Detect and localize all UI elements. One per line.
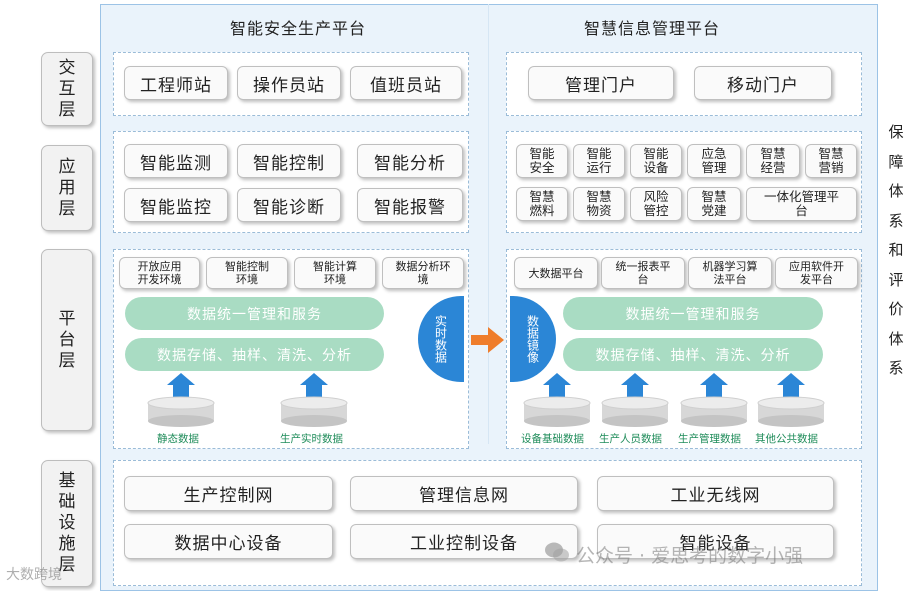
env-big-data-platform[interactable]: 大数据平台 (514, 257, 598, 289)
app-smart-party-building[interactable]: 智慧 党建 (687, 187, 741, 221)
database-icon (280, 373, 348, 427)
production-control-network[interactable]: 生产控制网 (124, 476, 333, 511)
operator-station-button[interactable]: 操作员站 (237, 66, 341, 100)
wechat-icon (545, 542, 569, 562)
layer-label-interaction: 交互层 (41, 52, 93, 126)
db-label-realtime-production: 生产实时数据 (280, 433, 343, 445)
app-smart-safety[interactable]: 智能 安全 (516, 144, 568, 178)
db-label-equipment-basic: 设备基础数据 (521, 433, 584, 445)
env-unified-report-platform[interactable]: 统一报表平 台 (601, 257, 685, 289)
smart-surveillance-button[interactable]: 智能监控 (124, 188, 228, 222)
database-icon (147, 373, 215, 427)
app-smart-business[interactable]: 智慧 经营 (746, 144, 800, 178)
app-risk-control[interactable]: 风险 管控 (630, 187, 682, 221)
platform-separator (488, 4, 489, 444)
data-process-bar-left: 数据存储、抽样、清洗、分析 (125, 338, 384, 371)
smart-diagnosis-button[interactable]: 智能诊断 (237, 188, 341, 222)
data-center-equipment[interactable]: 数据中心设备 (124, 524, 333, 559)
db-label-static: 静态数据 (157, 433, 199, 445)
right-arrow-icon (471, 327, 504, 353)
database-icon (680, 373, 748, 427)
engineer-station-button[interactable]: 工程师站 (124, 66, 228, 100)
smart-control-button[interactable]: 智能控制 (237, 144, 341, 178)
env-smart-control[interactable]: 智能控制 环境 (206, 257, 288, 289)
database-icon (601, 373, 669, 427)
env-app-software-dev-platform[interactable]: 应用软件开 发平台 (775, 257, 858, 289)
layer-label-platform: 平台层 (41, 249, 93, 431)
corner-watermark: 大数跨境 (6, 567, 62, 583)
management-portal-button[interactable]: 管理门户 (528, 66, 674, 100)
env-machine-learning-platform[interactable]: 机器学习算 法平台 (688, 257, 772, 289)
env-open-app-dev[interactable]: 开放应用 开发环境 (119, 257, 200, 289)
duty-station-button[interactable]: 值班员站 (350, 66, 462, 100)
db-label-other-public: 其他公共数据 (755, 433, 818, 445)
app-smart-materials[interactable]: 智慧 物资 (573, 187, 625, 221)
app-smart-fuel[interactable]: 智慧 燃料 (516, 187, 568, 221)
app-integrated-management-platform[interactable]: 一体化管理平 台 (746, 187, 857, 221)
industrial-wireless-network[interactable]: 工业无线网 (597, 476, 834, 511)
database-icon (523, 373, 591, 427)
database-icon (757, 373, 825, 427)
app-smart-equipment[interactable]: 智能 设备 (630, 144, 682, 178)
env-smart-computing[interactable]: 智能计算 环境 (294, 257, 376, 289)
layer-label-application: 应用层 (41, 145, 93, 231)
mobile-portal-button[interactable]: 移动门户 (694, 66, 832, 100)
data-mgmt-bar-left: 数据统一管理和服务 (125, 297, 384, 330)
right-platform-title: 智慧信息管理平台 (584, 19, 721, 38)
app-smart-operation[interactable]: 智能 运行 (573, 144, 625, 178)
env-data-analysis[interactable]: 数据分析环 境 (382, 257, 464, 289)
data-mgmt-bar-right: 数据统一管理和服务 (563, 297, 823, 330)
wechat-watermark: 公众号 · 爱思考的数字小强 (576, 545, 804, 567)
db-label-production-management: 生产管理数据 (678, 433, 741, 445)
guarantee-evaluation-system: 保障体系和评价体系 (888, 123, 904, 377)
db-label-production-staff: 生产人员数据 (599, 433, 662, 445)
smart-alarm-button[interactable]: 智能报警 (357, 188, 463, 222)
app-emergency-management[interactable]: 应急 管理 (687, 144, 741, 178)
management-info-network[interactable]: 管理信息网 (350, 476, 578, 511)
smart-analysis-button[interactable]: 智能分析 (357, 144, 463, 178)
left-platform-title: 智能安全生产平台 (230, 19, 367, 38)
app-smart-marketing[interactable]: 智慧 营销 (805, 144, 857, 178)
smart-monitoring-button[interactable]: 智能监测 (124, 144, 228, 178)
data-process-bar-right: 数据存储、抽样、清洗、分析 (563, 338, 823, 371)
